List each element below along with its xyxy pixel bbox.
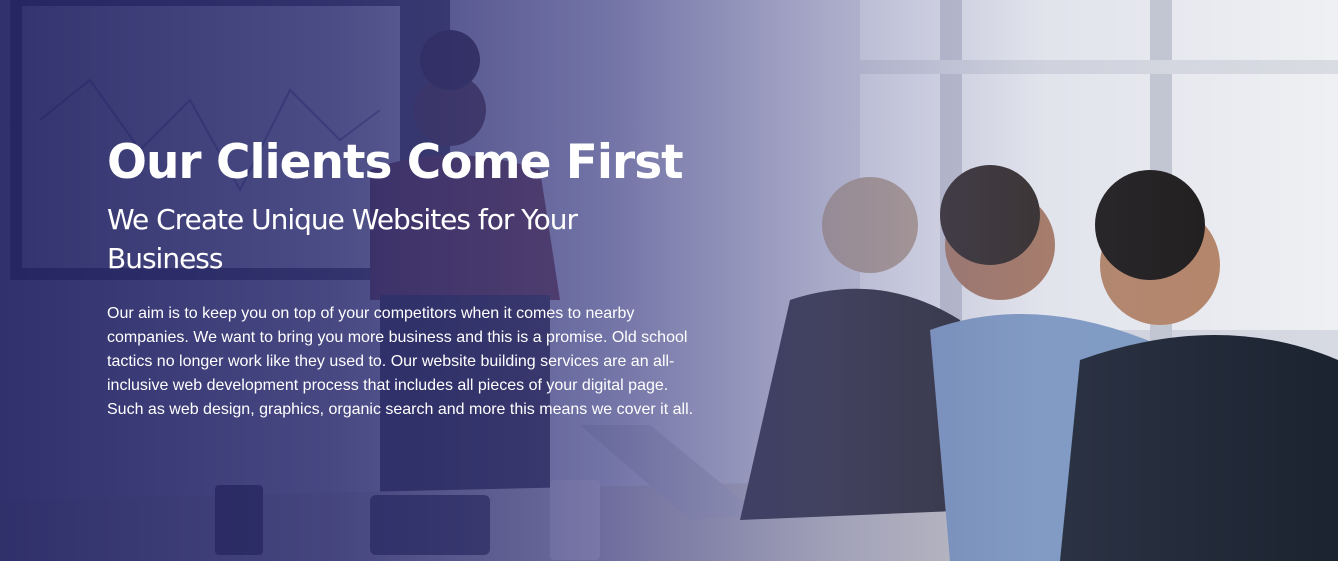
hero-subtitle: We Create Unique Websites for Your Busin… <box>107 203 578 275</box>
hero-content: Our Clients Come First We Create Unique … <box>107 132 707 422</box>
hero-banner: Our Clients Come First We Create Unique … <box>0 0 1338 561</box>
hero-description: Our aim is to keep you on top of your co… <box>107 305 694 418</box>
hero-title: Our Clients Come First <box>107 135 684 190</box>
